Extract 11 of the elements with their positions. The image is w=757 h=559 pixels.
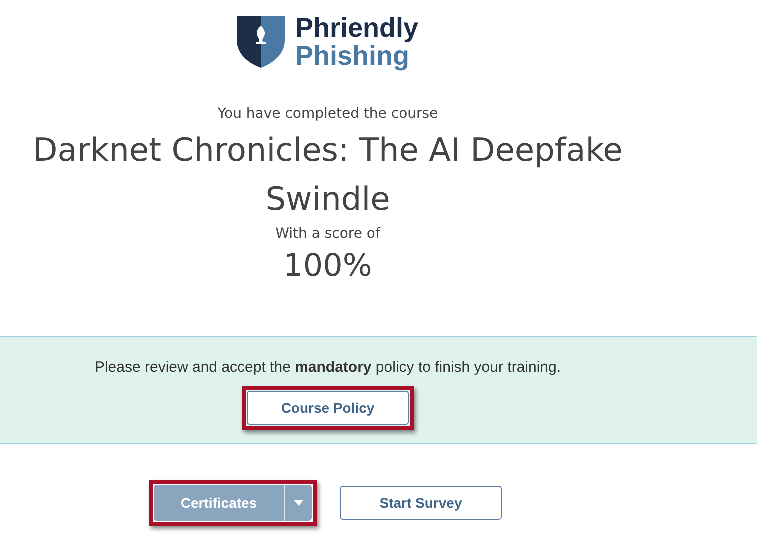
survey-button[interactable]: Start Survey [340,486,502,520]
caret-icon [294,500,304,506]
shield-icon [237,16,286,68]
course-title: Darknet Chronicles: The AI Deepfake Swindle [32,130,624,220]
score-label: With a score of [276,226,380,242]
logo-text: Phriendly [295,14,419,42]
score-value: 100% [284,248,372,284]
completion-intro: You have completed the course [218,106,438,122]
policy-message: Please review and accept the mandatory policy to finish your training. [94,359,562,376]
logo-text: Phishing [295,42,410,70]
course-policy-button[interactable]: Course Policy [247,391,409,425]
